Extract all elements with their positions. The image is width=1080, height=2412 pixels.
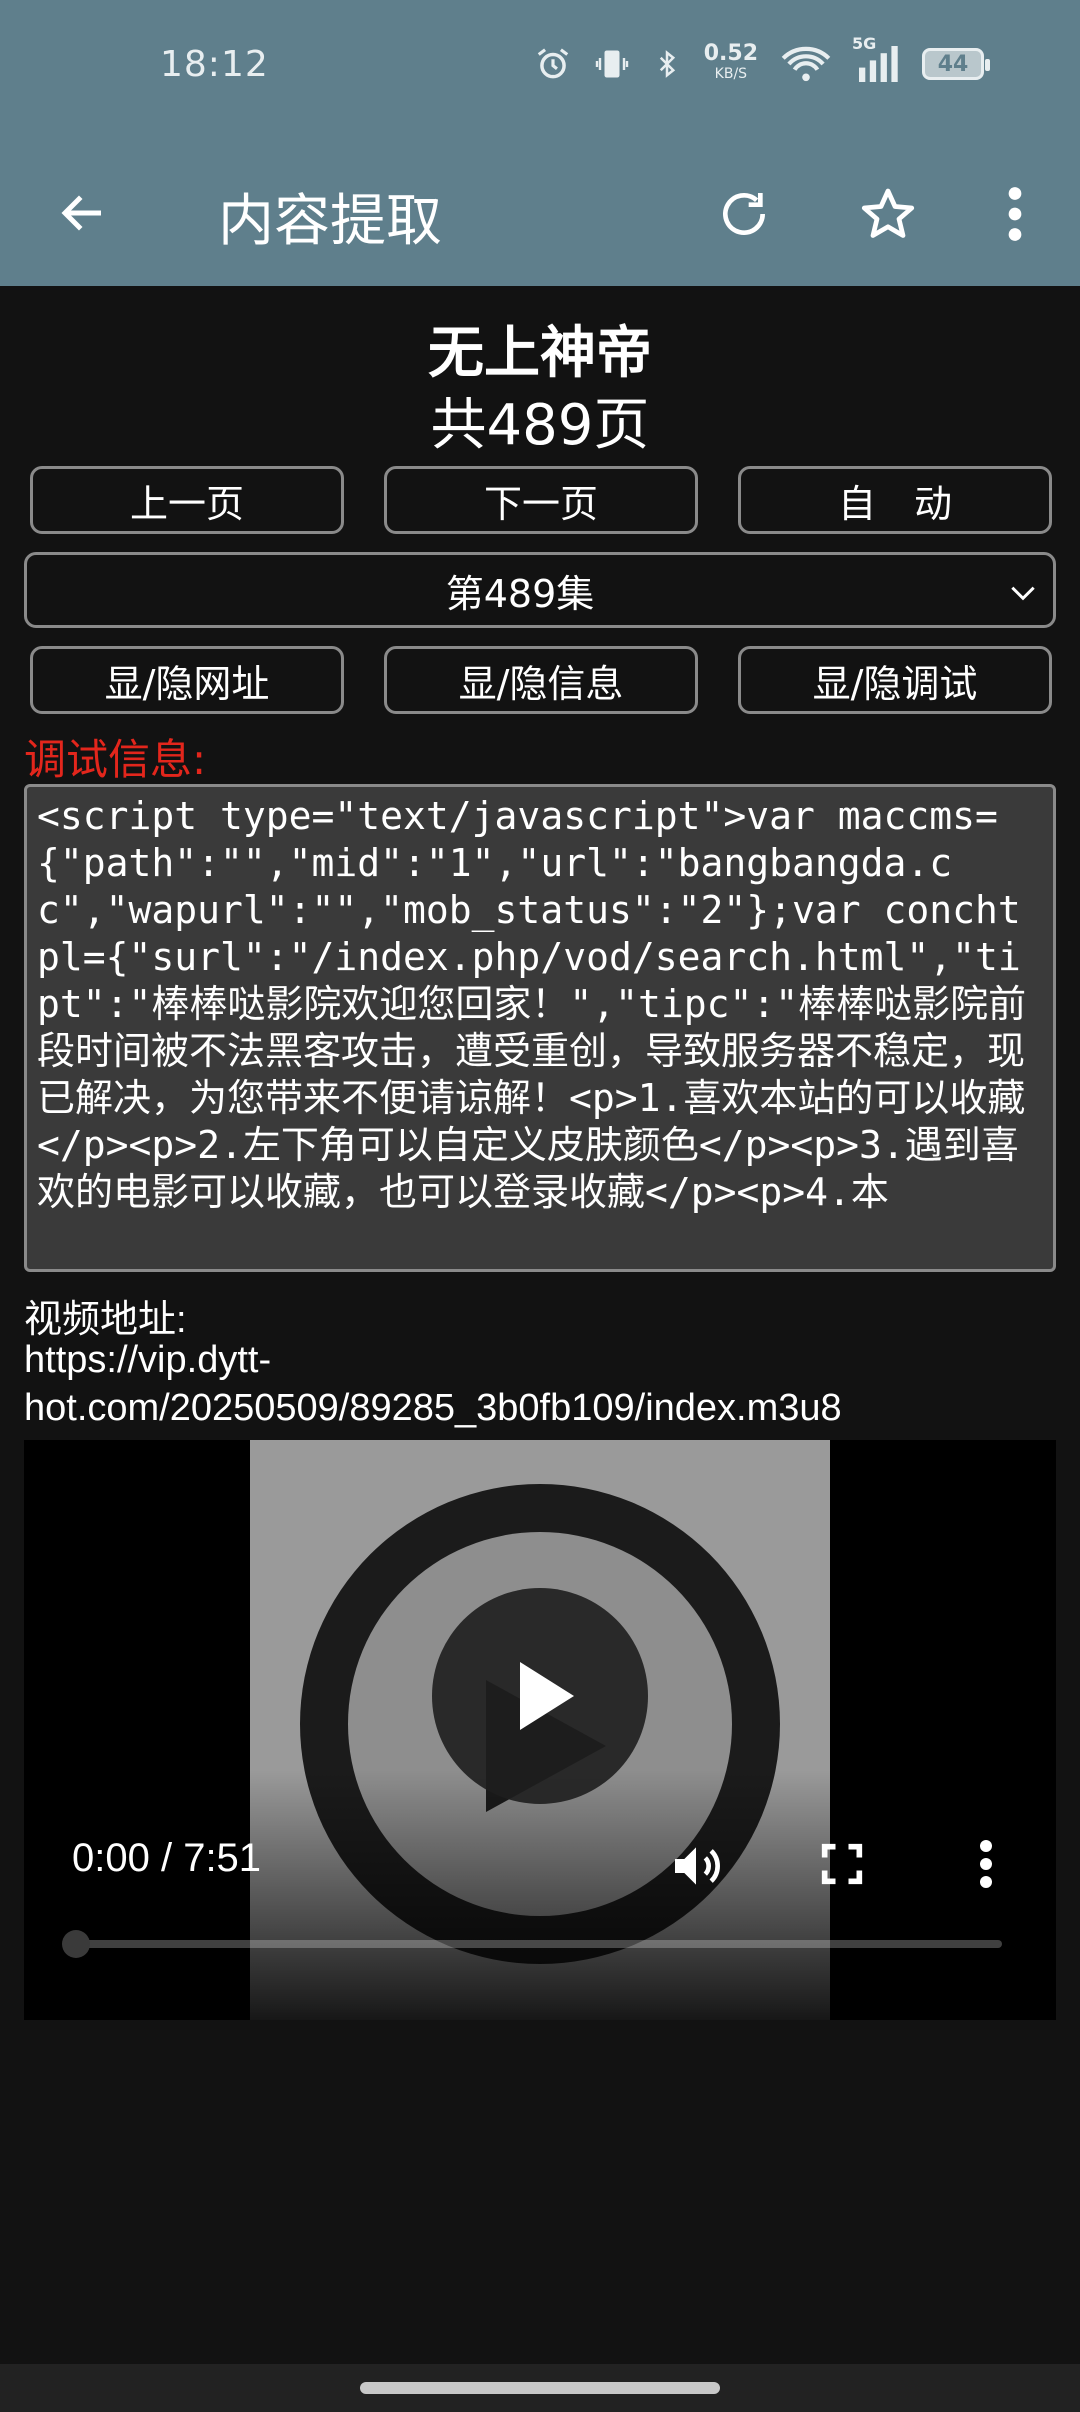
home-gesture-handle[interactable] — [360, 2382, 720, 2394]
net-speed-unit: KB/S — [714, 66, 748, 82]
vibrate-icon — [595, 50, 628, 78]
video-url: https://vip.dytt-hot.com/20250509/89285_… — [24, 1339, 842, 1429]
net-speed-value: 0.52 — [703, 41, 758, 66]
debug-label: 调试信息: — [24, 735, 207, 784]
chevron-down-icon — [1011, 586, 1035, 601]
episode-select-value: 第489集 — [445, 571, 595, 616]
reload-icon[interactable] — [716, 186, 772, 242]
fullscreen-icon[interactable] — [816, 1838, 868, 1890]
wifi-icon — [781, 46, 831, 82]
next-page-button[interactable]: 下一页 — [384, 466, 698, 534]
video-player[interactable]: 0:00 / 7:51 — [24, 1440, 1056, 2020]
controls-gradient — [24, 1770, 1056, 2020]
battery-icon: 44 — [922, 48, 990, 80]
status-icons: 0.52 KB/S 5G 44 — [534, 34, 990, 84]
volume-icon[interactable] — [668, 1838, 724, 1894]
page-title: 内容提取 — [218, 189, 442, 254]
video-time: 0:00 / 7:51 — [72, 1836, 262, 1880]
episode-select[interactable]: 第489集 — [24, 552, 1056, 628]
player-more-icon[interactable] — [976, 1838, 996, 1890]
signal-indicator: 5G — [852, 34, 900, 82]
status-time: 18:12 — [160, 44, 269, 85]
show-title: 无上神帝 — [428, 321, 652, 386]
play-button[interactable] — [432, 1588, 648, 1804]
toggle-url-button[interactable]: 显/隐网址 — [30, 646, 344, 714]
more-vert-icon[interactable] — [1000, 186, 1030, 242]
toggle-debug-button[interactable]: 显/隐调试 — [738, 646, 1052, 714]
network-type: 5G — [852, 34, 877, 53]
back-arrow-icon[interactable] — [56, 186, 110, 240]
prev-page-button[interactable]: 上一页 — [30, 466, 344, 534]
bluetooth-icon — [659, 50, 675, 78]
star-icon[interactable] — [858, 184, 918, 244]
auto-button[interactable]: 自 动 — [738, 466, 1052, 534]
debug-textarea[interactable]: <script type="text/javascript">var maccm… — [24, 784, 1056, 1272]
system-nav-bar — [0, 2364, 1080, 2412]
progress-thumb[interactable] — [62, 1930, 90, 1958]
app-bar: 内容提取 — [0, 140, 1080, 286]
video-url-label: 视频地址: — [24, 1299, 187, 1341]
status-bar: 18:12 0.52 KB/S 5G 44 — [0, 0, 1080, 140]
page-count: 共489页 — [430, 393, 650, 458]
alarm-icon — [537, 48, 568, 79]
progress-track[interactable] — [72, 1940, 1002, 1948]
toggle-info-button[interactable]: 显/隐信息 — [384, 646, 698, 714]
net-speed: 0.52 KB/S — [703, 41, 758, 84]
